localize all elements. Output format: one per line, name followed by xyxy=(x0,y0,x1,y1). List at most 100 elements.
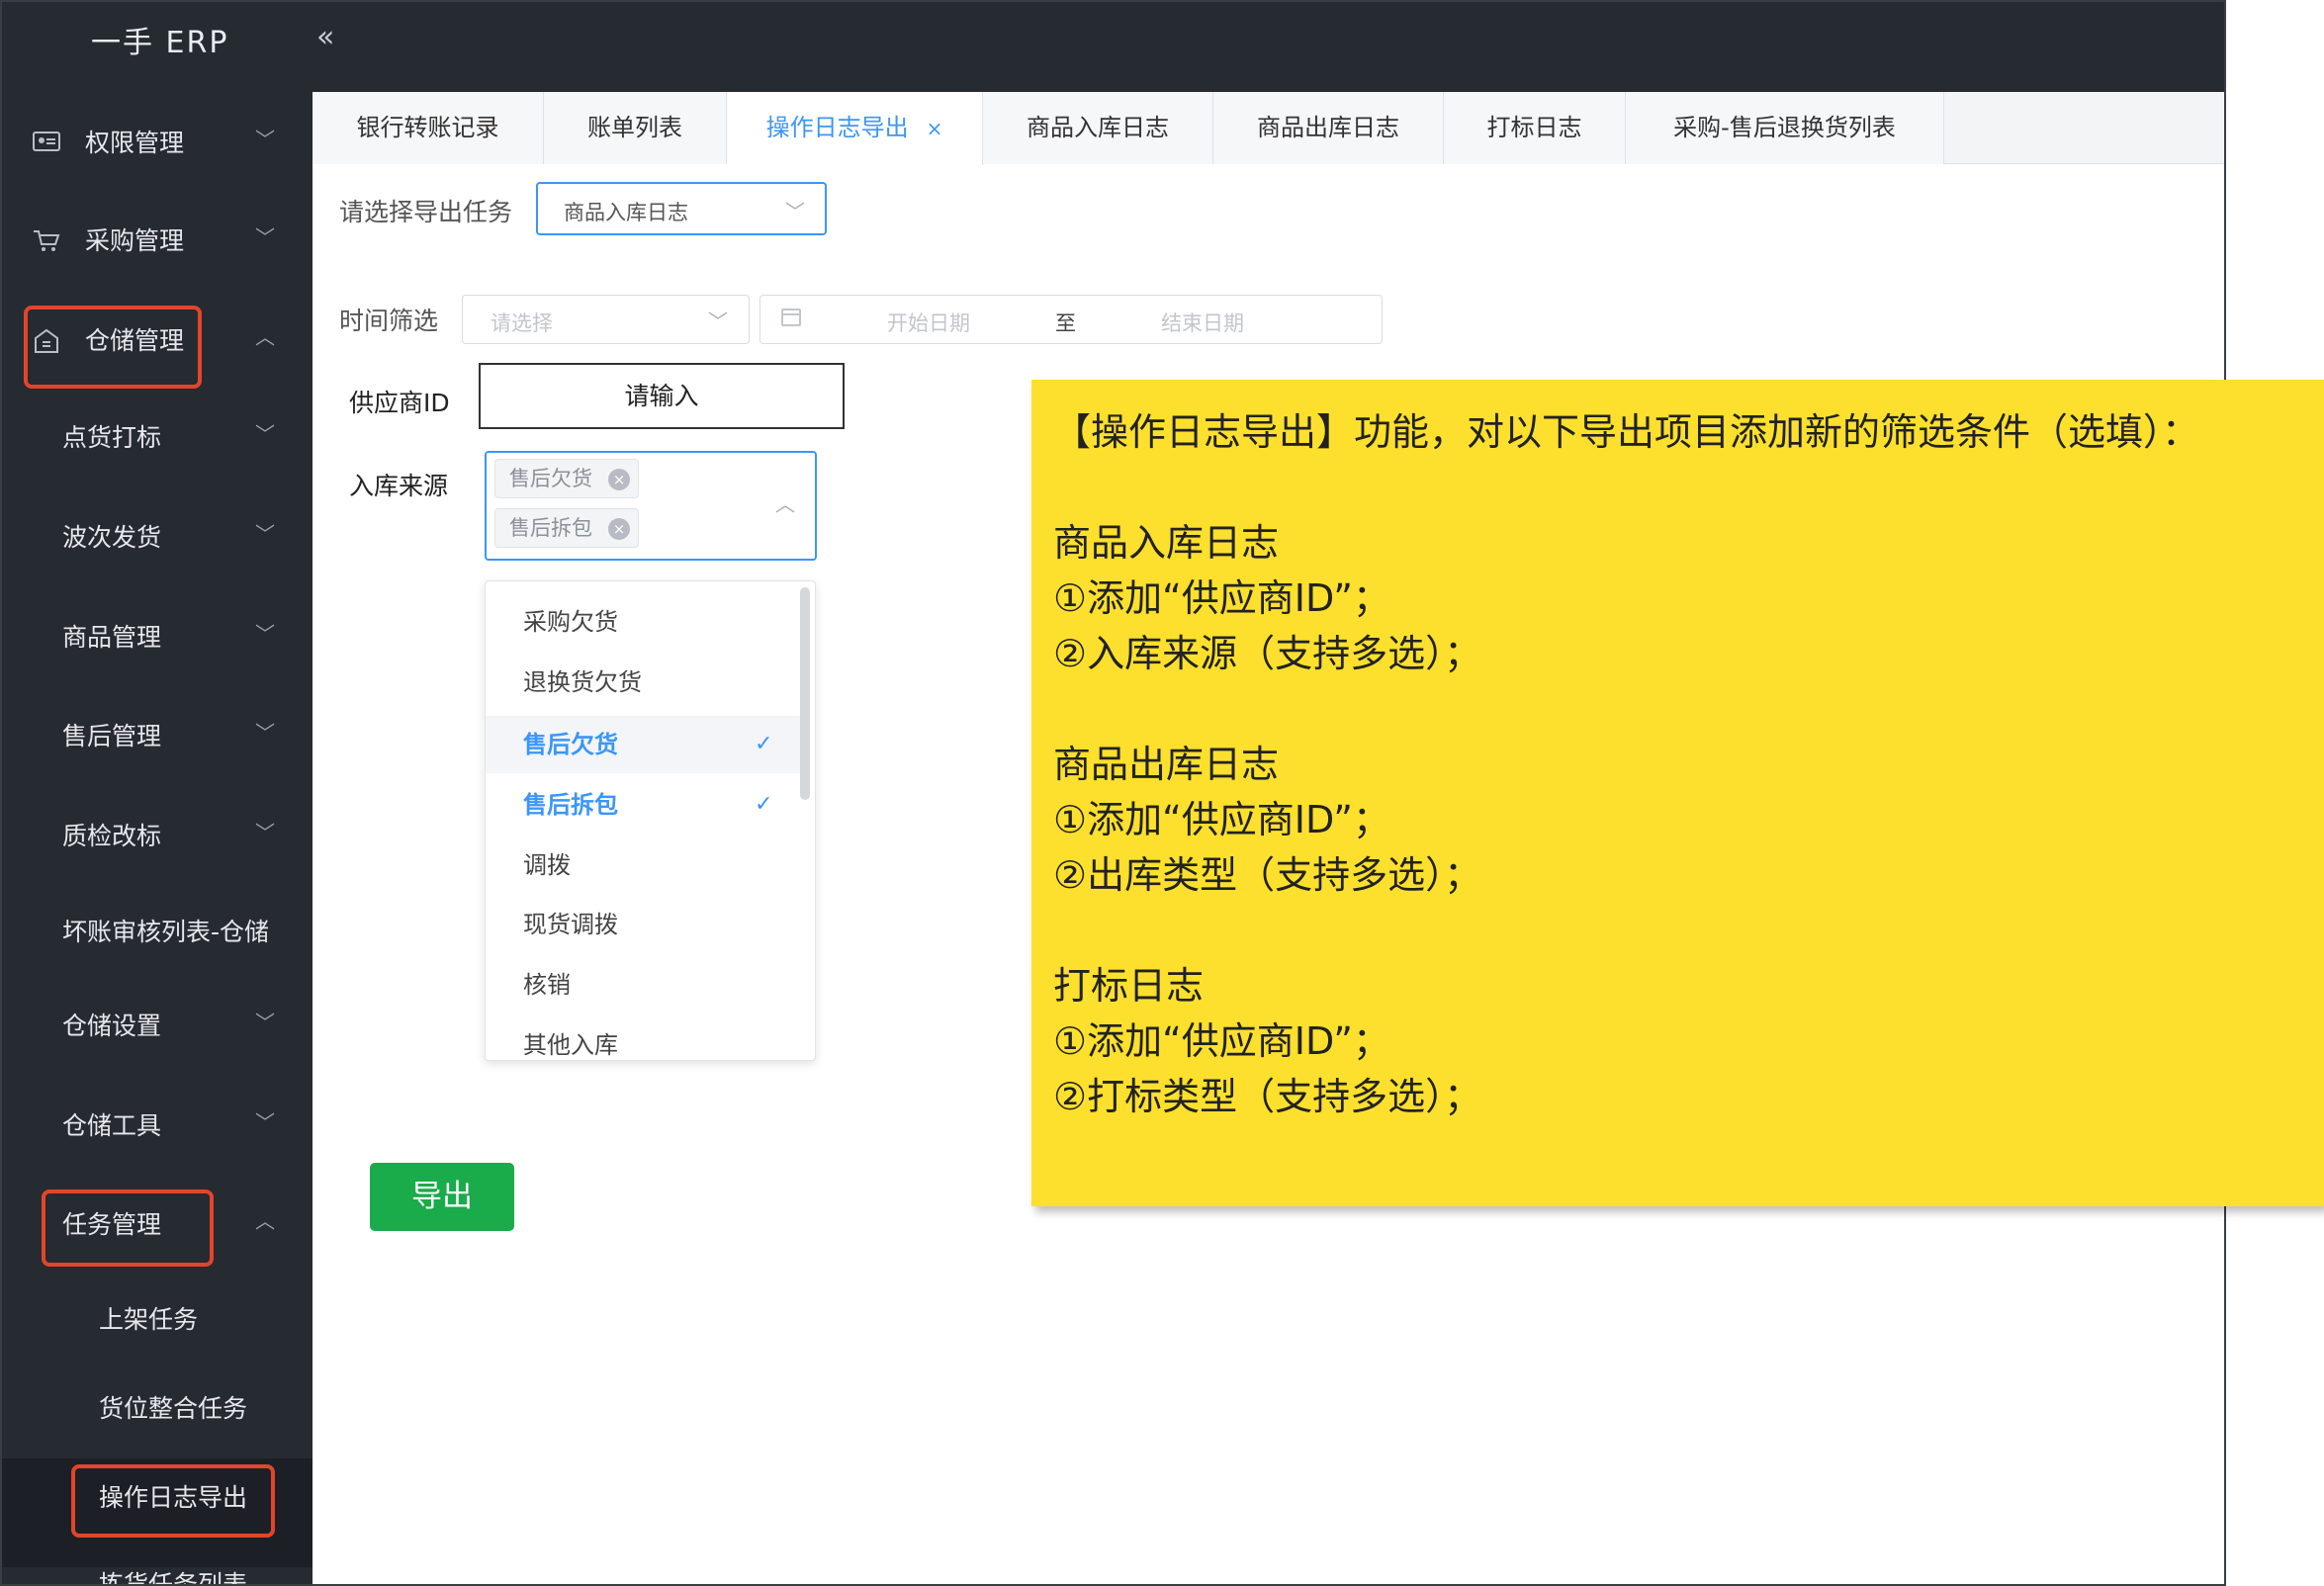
option-label: 核销 xyxy=(523,971,571,999)
sidebar-item-wave-shipping[interactable]: 波次发货 ﹀ xyxy=(2,508,313,568)
tag-label: 售后欠货 xyxy=(509,467,592,490)
close-icon[interactable]: × xyxy=(927,117,943,140)
export-button[interactable]: 导出 xyxy=(370,1163,514,1231)
dropdown-option[interactable]: 现货调拨 xyxy=(486,896,802,953)
sidebar-item-label: 质检改标 xyxy=(62,822,162,850)
dropdown-scrollbar[interactable] xyxy=(800,587,810,800)
export-task-label: 请选择导出任务 xyxy=(339,198,513,226)
sidebar-item-bad-debt-review[interactable]: 坏账审核列表-仓储 xyxy=(2,903,313,962)
tab-label: 商品入库日志 xyxy=(1027,114,1169,141)
tab-label: 采购-售后退换货列表 xyxy=(1673,114,1896,141)
tab-label: 操作日志导出 xyxy=(765,114,909,141)
time-range-select[interactable]: 请选择 ﹀ xyxy=(462,295,750,344)
date-separator: 至 xyxy=(1055,311,1076,335)
sidebar-item-label: 点货打标 xyxy=(62,423,162,452)
tab-label-log[interactable]: 打标日志 xyxy=(1444,92,1626,164)
sidebar-item-picking-task-list[interactable]: 拣货任务列表 xyxy=(2,1555,313,1585)
sidebar-item-warehouse-tools[interactable]: 仓储工具 ﹀ xyxy=(2,1097,313,1156)
highlight-box-task-management xyxy=(42,1190,214,1267)
sidebar-item-stocktake[interactable]: 点货打标 ﹀ xyxy=(2,408,313,468)
chevron-down-icon: ﹀ xyxy=(255,128,275,151)
tab-purchase-return-list[interactable]: 采购-售后退换货列表 xyxy=(1626,92,1944,164)
sidebar-item-putaway-task[interactable]: 上架任务 xyxy=(2,1290,313,1350)
date-range-picker[interactable]: 开始日期 至 结束日期 xyxy=(760,295,1383,344)
tab-label: 打标日志 xyxy=(1486,114,1582,141)
chevron-down-icon: ﹀ xyxy=(255,422,275,446)
supplier-id-input[interactable]: 请输入 xyxy=(479,363,845,429)
highlight-box-warehouse xyxy=(24,306,202,389)
sidebar-item-qc-relabel[interactable]: 质检改标 ﹀ xyxy=(2,807,313,866)
sidebar-item-label: 波次发货 xyxy=(62,523,162,552)
dropdown-option[interactable]: 调拨 xyxy=(486,837,802,894)
sidebar-item-after-sales[interactable]: 售后管理 ﹀ xyxy=(2,707,313,766)
time-range-placeholder: 请选择 xyxy=(491,311,553,335)
dropdown-option[interactable]: 核销 xyxy=(486,956,802,1013)
sidebar-item-label: 货位整合任务 xyxy=(99,1394,248,1423)
close-icon[interactable]: × xyxy=(608,469,630,490)
chevron-down-icon: ﹀ xyxy=(255,821,275,844)
tag-label: 售后拆包 xyxy=(509,516,592,540)
highlight-box-operation-log-export xyxy=(71,1464,275,1538)
double-chevron-left-icon[interactable]: « xyxy=(316,20,334,54)
start-date-placeholder: 开始日期 xyxy=(887,311,970,335)
sidebar-item-products[interactable]: 商品管理 ﹀ xyxy=(2,608,313,667)
selected-tag: 售后拆包 × xyxy=(494,508,639,548)
tab-bank-transfer[interactable]: 银行转账记录 xyxy=(313,92,544,164)
sidebar-item-label: 仓储设置 xyxy=(62,1012,162,1040)
tab-label: 商品出库日志 xyxy=(1257,114,1399,141)
dropdown-option[interactable]: 售后欠货 ✓ xyxy=(486,716,802,773)
chevron-down-icon: ﹀ xyxy=(255,622,275,646)
sidebar-item-label: 上架任务 xyxy=(99,1305,199,1334)
dropdown-option[interactable]: 售后拆包 ✓ xyxy=(486,776,802,834)
note-line: ①添加“供应商ID”； xyxy=(1053,576,1390,620)
id-card-icon xyxy=(32,130,61,157)
tab-operation-log-export[interactable]: 操作日志导出 × xyxy=(727,92,983,165)
dropdown-option[interactable]: 其他入库 xyxy=(486,1016,802,1060)
note-line: ②打标类型（支持多选）； xyxy=(1053,1075,1482,1118)
option-label: 售后拆包 xyxy=(523,791,618,819)
selected-tag: 售后欠货 × xyxy=(494,459,639,498)
tab-label: 账单列表 xyxy=(587,114,682,141)
time-filter-label: 时间筛选 xyxy=(339,307,439,335)
tab-bill-list[interactable]: 账单列表 xyxy=(544,92,727,164)
app-logo: 一手 ERP xyxy=(91,26,229,60)
chevron-down-icon: ﹀ xyxy=(255,721,275,745)
note-line: ②出库类型（支持多选）； xyxy=(1053,853,1482,897)
sidebar-item-warehouse-settings[interactable]: 仓储设置 ﹀ xyxy=(2,997,313,1056)
option-label: 采购欠货 xyxy=(523,608,618,636)
calendar-icon xyxy=(780,306,802,332)
sidebar-item-location-merge-task[interactable]: 货位整合任务 xyxy=(2,1379,313,1439)
note-line: ①添加“供应商ID”； xyxy=(1053,798,1390,841)
tab-inbound-log[interactable]: 商品入库日志 xyxy=(983,92,1213,164)
option-label: 退换货欠货 xyxy=(523,668,642,696)
dropdown-option[interactable]: 采购欠货 xyxy=(486,593,802,651)
note-line: 打标日志 xyxy=(1053,964,1205,1008)
chevron-down-icon: ﹀ xyxy=(708,309,728,333)
tab-label: 银行转账记录 xyxy=(356,114,499,141)
supplier-id-label: 供应商ID xyxy=(349,389,450,417)
dropdown-option[interactable]: 退换货欠货 xyxy=(486,654,802,711)
option-label: 售后欠货 xyxy=(523,731,618,758)
tab-outbound-log[interactable]: 商品出库日志 xyxy=(1213,92,1444,164)
sidebar-item-permissions[interactable]: 权限管理 ﹀ xyxy=(2,114,313,173)
chevron-down-icon: ﹀ xyxy=(255,1110,275,1134)
sidebar-item-purchasing[interactable]: 采购管理 ﹀ xyxy=(2,212,313,271)
check-icon: ✓ xyxy=(755,732,773,756)
inbound-source-multiselect[interactable]: 售后欠货 × 售后拆包 × ︿ xyxy=(485,451,817,561)
export-task-value: 商品入库日志 xyxy=(564,201,688,224)
export-task-select[interactable]: 商品入库日志 ﹀ xyxy=(536,182,827,235)
chevron-up-icon: ︿ xyxy=(775,492,795,516)
chevron-down-icon: ﹀ xyxy=(255,1011,275,1034)
sidebar-item-label: 采购管理 xyxy=(85,226,185,255)
note-line: ①添加“供应商ID”； xyxy=(1053,1019,1390,1063)
chevron-down-icon: ﹀ xyxy=(785,200,805,223)
note-line: 商品出库日志 xyxy=(1053,743,1280,786)
option-label: 其他入库 xyxy=(523,1031,618,1059)
option-label: 现货调拨 xyxy=(523,911,618,938)
note-line: 【操作日志导出】功能，对以下导出项目添加新的筛选条件（选填）： xyxy=(1053,410,2200,454)
note-line: 商品入库日志 xyxy=(1053,521,1280,565)
sidebar: 权限管理 ﹀ 采购管理 ﹀ 仓储管理 ︿ 点货打标 ﹀ 波次发货 ﹀ 商品管理 … xyxy=(2,92,313,1585)
close-icon[interactable]: × xyxy=(608,518,630,540)
annotation-note: 【操作日志导出】功能，对以下导出项目添加新的筛选条件（选填）： 商品入库日志 ①… xyxy=(1031,380,2324,1206)
inbound-source-dropdown: 采购欠货 退换货欠货 售后欠货 ✓ 售后拆包 ✓ 调拨 现货调拨 核销 其他入库 xyxy=(485,580,816,1061)
